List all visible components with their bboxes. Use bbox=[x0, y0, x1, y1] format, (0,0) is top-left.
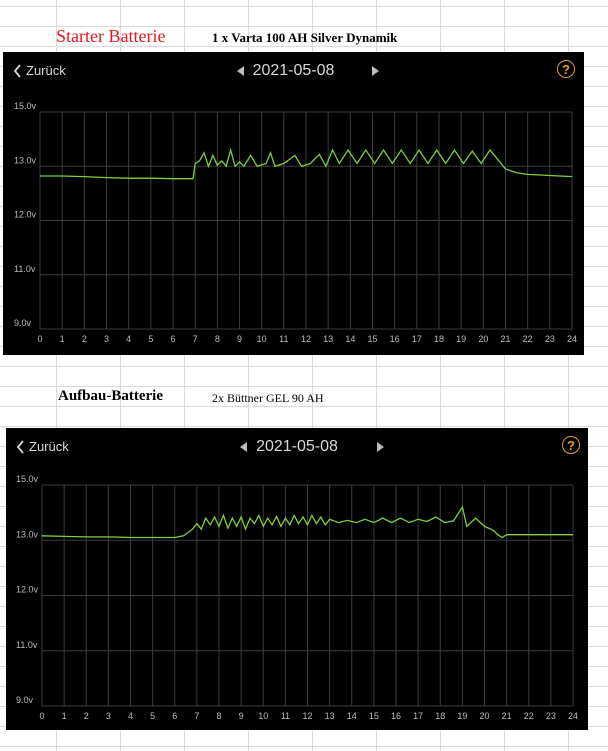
x-tick-label: 9 bbox=[239, 711, 244, 721]
x-tick-label: 23 bbox=[546, 711, 556, 721]
x-tick-label: 14 bbox=[345, 334, 355, 344]
x-tick-label: 13 bbox=[323, 334, 333, 344]
x-tick-label: 1 bbox=[60, 334, 65, 344]
x-tick-label: 4 bbox=[126, 334, 131, 344]
x-tick-label: 8 bbox=[216, 711, 221, 721]
x-tick-label: 18 bbox=[435, 711, 445, 721]
y-tick-label: 11.0v bbox=[14, 264, 36, 274]
aufbau-subtitle: 2x Büttner GEL 90 AH bbox=[212, 391, 324, 405]
y-tick-label: 15.0v bbox=[14, 101, 37, 111]
x-tick-label: 18 bbox=[434, 334, 444, 344]
x-tick-label: 10 bbox=[257, 334, 267, 344]
voltage-chart-aufbau: 0 1 2 3 4 5 6 7 8 9 10 11 12 13 14 15 16 17 18 19 20 21 22 23 24… bbox=[16, 474, 578, 721]
y-tick-label: 13.0v bbox=[16, 529, 39, 539]
x-tick-label: 7 bbox=[194, 711, 199, 721]
y-tick-label: 12.0v bbox=[14, 210, 37, 220]
x-tick-label: 0 bbox=[37, 334, 42, 344]
x-tick-label: 9 bbox=[237, 334, 242, 344]
x-tick-label: 2 bbox=[82, 334, 87, 344]
x-tick-label: 6 bbox=[172, 711, 177, 721]
y-tick-label: 15.0v bbox=[16, 474, 39, 484]
starter-subtitle: 1 x Varta 100 AH Silver Dynamik bbox=[212, 30, 398, 45]
x-tick-label: 1 bbox=[62, 711, 67, 721]
x-tick-label: 6 bbox=[170, 334, 175, 344]
x-tick-label: 21 bbox=[502, 711, 512, 721]
x-tick-label: 20 bbox=[478, 334, 488, 344]
x-tick-label: 5 bbox=[150, 711, 155, 721]
aufbau-battery-panel: Zurück 2021-05-08 ? 0 1 2 3 4 5 6 7 8 9 10 11 12 13 14… bbox=[6, 428, 588, 730]
x-tick-label: 17 bbox=[413, 711, 423, 721]
voltage-chart-starter: 0 1 2 3 4 5 6 7 8 9 10 11 12 13 14 15 16 17 18 19 20 21 22 23 24… bbox=[14, 101, 577, 344]
x-tick-label: 2 bbox=[84, 711, 89, 721]
y-tick-label: 11.0v bbox=[16, 640, 38, 650]
x-tick-label: 7 bbox=[193, 334, 198, 344]
x-tick-label: 3 bbox=[106, 711, 111, 721]
y-tick-label: 13.0v bbox=[14, 155, 37, 165]
x-tick-label: 14 bbox=[347, 711, 357, 721]
x-tick-label: 12 bbox=[301, 334, 311, 344]
x-tick-label: 19 bbox=[456, 334, 466, 344]
starter-battery-panel: Zurück 2021-05-08 ? 0 1 2 3 4 5 6 7 8 9 10 11 12 13 14… bbox=[3, 52, 584, 355]
x-tick-label: 15 bbox=[367, 334, 377, 344]
x-tick-label: 10 bbox=[258, 711, 268, 721]
x-tick-label: 19 bbox=[457, 711, 467, 721]
x-tick-label: 15 bbox=[369, 711, 379, 721]
x-tick-label: 20 bbox=[479, 711, 489, 721]
x-tick-label: 24 bbox=[567, 334, 577, 344]
x-tick-label: 11 bbox=[279, 334, 288, 344]
x-tick-label: 17 bbox=[412, 334, 422, 344]
x-tick-label: 24 bbox=[568, 711, 578, 721]
x-tick-label: 22 bbox=[523, 334, 533, 344]
x-tick-label: 12 bbox=[302, 711, 312, 721]
x-tick-label: 3 bbox=[104, 334, 109, 344]
x-tick-label: 4 bbox=[128, 711, 133, 721]
x-tick-label: 16 bbox=[391, 711, 401, 721]
x-tick-label: 8 bbox=[215, 334, 220, 344]
x-tick-label: 22 bbox=[524, 711, 534, 721]
y-tick-label: 9.0v bbox=[14, 318, 32, 328]
x-tick-label: 13 bbox=[325, 711, 335, 721]
aufbau-title: Aufbau-Batterie bbox=[58, 388, 163, 404]
x-tick-label: 23 bbox=[545, 334, 555, 344]
x-tick-label: 16 bbox=[390, 334, 400, 344]
x-tick-label: 0 bbox=[39, 711, 44, 721]
y-tick-label: 9.0v bbox=[16, 695, 34, 705]
x-tick-label: 5 bbox=[148, 334, 153, 344]
y-tick-label: 12.0v bbox=[16, 585, 39, 595]
x-tick-label: 21 bbox=[500, 334, 510, 344]
starter-title: Starter Batterie bbox=[56, 26, 166, 46]
x-tick-label: 11 bbox=[281, 711, 290, 721]
